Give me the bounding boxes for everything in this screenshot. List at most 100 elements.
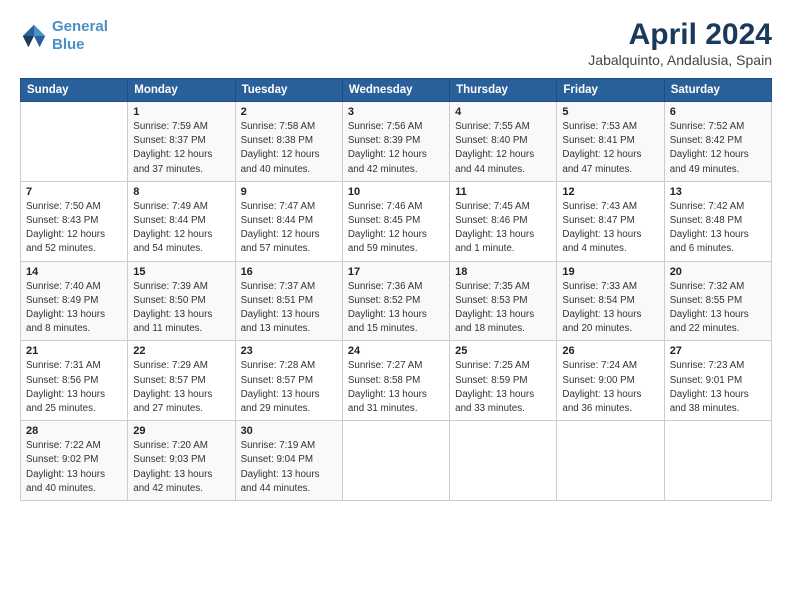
day-cell <box>664 421 771 501</box>
day-number: 24 <box>348 345 444 357</box>
day-cell <box>557 421 664 501</box>
day-number: 28 <box>26 425 122 437</box>
day-cell <box>342 421 449 501</box>
day-info: Sunrise: 7:52 AM Sunset: 8:42 PM Dayligh… <box>670 120 766 177</box>
week-row-2: 7 Sunrise: 7:50 AM Sunset: 8:43 PM Daylig… <box>21 181 772 261</box>
day-cell: 5 Sunrise: 7:53 AM Sunset: 8:41 PM Daylig… <box>557 102 664 182</box>
day-number: 30 <box>241 425 337 437</box>
title-block: April 2024 Jabalquinto, Andalusia, Spain <box>588 18 772 68</box>
day-number: 11 <box>455 186 551 198</box>
day-info: Sunrise: 7:49 AM Sunset: 8:44 PM Dayligh… <box>133 200 229 257</box>
week-row-3: 14 Sunrise: 7:40 AM Sunset: 8:49 PM Dayli… <box>21 261 772 341</box>
day-number: 2 <box>241 106 337 118</box>
page: General Blue April 2024 Jabalquinto, And… <box>0 0 792 612</box>
calendar: SundayMondayTuesdayWednesdayThursdayFrid… <box>20 78 772 501</box>
day-info: Sunrise: 7:39 AM Sunset: 8:50 PM Dayligh… <box>133 280 229 337</box>
day-number: 13 <box>670 186 766 198</box>
day-number: 5 <box>562 106 658 118</box>
day-cell: 10Sunrise: 7:46 AM Sunset: 8:45 PM Dayli… <box>342 181 449 261</box>
week-row-5: 28 Sunrise: 7:22 AM Sunset: 9:02 PM Dayli… <box>21 421 772 501</box>
day-cell: 23 Sunrise: 7:28 AM Sunset: 8:57 PM Dayli… <box>235 341 342 421</box>
day-info: Sunrise: 7:45 AM Sunset: 8:46 PM Dayligh… <box>455 200 551 257</box>
day-number: 7 <box>26 186 122 198</box>
day-cell: 24Sunrise: 7:27 AM Sunset: 8:58 PM Dayli… <box>342 341 449 421</box>
logo-icon <box>20 22 48 50</box>
day-number: 1 <box>133 106 229 118</box>
day-number: 18 <box>455 266 551 278</box>
day-cell: 27 Sunrise: 7:23 AM Sunset: 9:01 PM Dayli… <box>664 341 771 421</box>
day-number: 29 <box>133 425 229 437</box>
day-cell: 29Sunrise: 7:20 AM Sunset: 9:03 PM Dayli… <box>128 421 235 501</box>
day-cell: 3Sunrise: 7:56 AM Sunset: 8:39 PM Daylig… <box>342 102 449 182</box>
day-number: 6 <box>670 106 766 118</box>
day-cell: 2 Sunrise: 7:58 AM Sunset: 8:38 PM Daylig… <box>235 102 342 182</box>
day-number: 16 <box>241 266 337 278</box>
day-info: Sunrise: 7:40 AM Sunset: 8:49 PM Dayligh… <box>26 280 122 337</box>
day-number: 14 <box>26 266 122 278</box>
logo-line2: Blue <box>52 36 85 53</box>
day-cell: 25 Sunrise: 7:25 AM Sunset: 8:59 PM Dayli… <box>450 341 557 421</box>
day-info: Sunrise: 7:33 AM Sunset: 8:54 PM Dayligh… <box>562 280 658 337</box>
day-info: Sunrise: 7:42 AM Sunset: 8:48 PM Dayligh… <box>670 200 766 257</box>
day-info: Sunrise: 7:24 AM Sunset: 9:00 PM Dayligh… <box>562 359 658 416</box>
week-row-1: 1 Sunrise: 7:59 AM Sunset: 8:37 PM Daylig… <box>21 102 772 182</box>
day-cell: 13 Sunrise: 7:42 AM Sunset: 8:48 PM Dayli… <box>664 181 771 261</box>
day-cell: 9Sunrise: 7:47 AM Sunset: 8:44 PM Daylig… <box>235 181 342 261</box>
day-info: Sunrise: 7:59 AM Sunset: 8:37 PM Dayligh… <box>133 120 229 177</box>
day-number: 10 <box>348 186 444 198</box>
day-cell: 22 Sunrise: 7:29 AM Sunset: 8:57 PM Dayli… <box>128 341 235 421</box>
day-info: Sunrise: 7:19 AM Sunset: 9:04 PM Dayligh… <box>241 439 337 496</box>
day-number: 12 <box>562 186 658 198</box>
day-cell: 16 Sunrise: 7:37 AM Sunset: 8:51 PM Dayli… <box>235 261 342 341</box>
day-info: Sunrise: 7:23 AM Sunset: 9:01 PM Dayligh… <box>670 359 766 416</box>
day-info: Sunrise: 7:25 AM Sunset: 8:59 PM Dayligh… <box>455 359 551 416</box>
day-cell: 18 Sunrise: 7:35 AM Sunset: 8:53 PM Dayli… <box>450 261 557 341</box>
day-number: 27 <box>670 345 766 357</box>
day-cell: 11 Sunrise: 7:45 AM Sunset: 8:46 PM Dayli… <box>450 181 557 261</box>
day-cell: 19 Sunrise: 7:33 AM Sunset: 8:54 PM Dayli… <box>557 261 664 341</box>
day-number: 19 <box>562 266 658 278</box>
day-cell: 1 Sunrise: 7:59 AM Sunset: 8:37 PM Daylig… <box>128 102 235 182</box>
day-info: Sunrise: 7:55 AM Sunset: 8:40 PM Dayligh… <box>455 120 551 177</box>
day-info: Sunrise: 7:28 AM Sunset: 8:57 PM Dayligh… <box>241 359 337 416</box>
day-info: Sunrise: 7:58 AM Sunset: 8:38 PM Dayligh… <box>241 120 337 177</box>
day-cell: 14 Sunrise: 7:40 AM Sunset: 8:49 PM Dayli… <box>21 261 128 341</box>
day-number: 23 <box>241 345 337 357</box>
day-number: 8 <box>133 186 229 198</box>
calendar-header-saturday: Saturday <box>664 79 771 102</box>
day-cell: 20Sunrise: 7:32 AM Sunset: 8:55 PM Dayli… <box>664 261 771 341</box>
day-info: Sunrise: 7:43 AM Sunset: 8:47 PM Dayligh… <box>562 200 658 257</box>
day-info: Sunrise: 7:37 AM Sunset: 8:51 PM Dayligh… <box>241 280 337 337</box>
day-info: Sunrise: 7:53 AM Sunset: 8:41 PM Dayligh… <box>562 120 658 177</box>
subtitle: Jabalquinto, Andalusia, Spain <box>588 52 772 68</box>
day-cell <box>21 102 128 182</box>
day-cell: 28 Sunrise: 7:22 AM Sunset: 9:02 PM Dayli… <box>21 421 128 501</box>
day-info: Sunrise: 7:22 AM Sunset: 9:02 PM Dayligh… <box>26 439 122 496</box>
day-info: Sunrise: 7:29 AM Sunset: 8:57 PM Dayligh… <box>133 359 229 416</box>
week-row-4: 21Sunrise: 7:31 AM Sunset: 8:56 PM Dayli… <box>21 341 772 421</box>
day-info: Sunrise: 7:35 AM Sunset: 8:53 PM Dayligh… <box>455 280 551 337</box>
day-info: Sunrise: 7:36 AM Sunset: 8:52 PM Dayligh… <box>348 280 444 337</box>
day-number: 26 <box>562 345 658 357</box>
day-cell: 8 Sunrise: 7:49 AM Sunset: 8:44 PM Daylig… <box>128 181 235 261</box>
day-number: 4 <box>455 106 551 118</box>
day-cell: 30 Sunrise: 7:19 AM Sunset: 9:04 PM Dayli… <box>235 421 342 501</box>
day-info: Sunrise: 7:50 AM Sunset: 8:43 PM Dayligh… <box>26 200 122 257</box>
day-cell: 15 Sunrise: 7:39 AM Sunset: 8:50 PM Dayli… <box>128 261 235 341</box>
logo-text: General Blue <box>52 18 108 54</box>
day-cell: 4 Sunrise: 7:55 AM Sunset: 8:40 PM Daylig… <box>450 102 557 182</box>
day-number: 20 <box>670 266 766 278</box>
calendar-header-wednesday: Wednesday <box>342 79 449 102</box>
day-number: 17 <box>348 266 444 278</box>
calendar-header-sunday: Sunday <box>21 79 128 102</box>
day-cell <box>450 421 557 501</box>
logo-line1: General <box>52 18 108 35</box>
calendar-header-monday: Monday <box>128 79 235 102</box>
day-number: 15 <box>133 266 229 278</box>
day-number: 25 <box>455 345 551 357</box>
calendar-header-tuesday: Tuesday <box>235 79 342 102</box>
day-info: Sunrise: 7:31 AM Sunset: 8:56 PM Dayligh… <box>26 359 122 416</box>
day-number: 22 <box>133 345 229 357</box>
day-info: Sunrise: 7:47 AM Sunset: 8:44 PM Dayligh… <box>241 200 337 257</box>
logo: General Blue <box>20 18 108 54</box>
